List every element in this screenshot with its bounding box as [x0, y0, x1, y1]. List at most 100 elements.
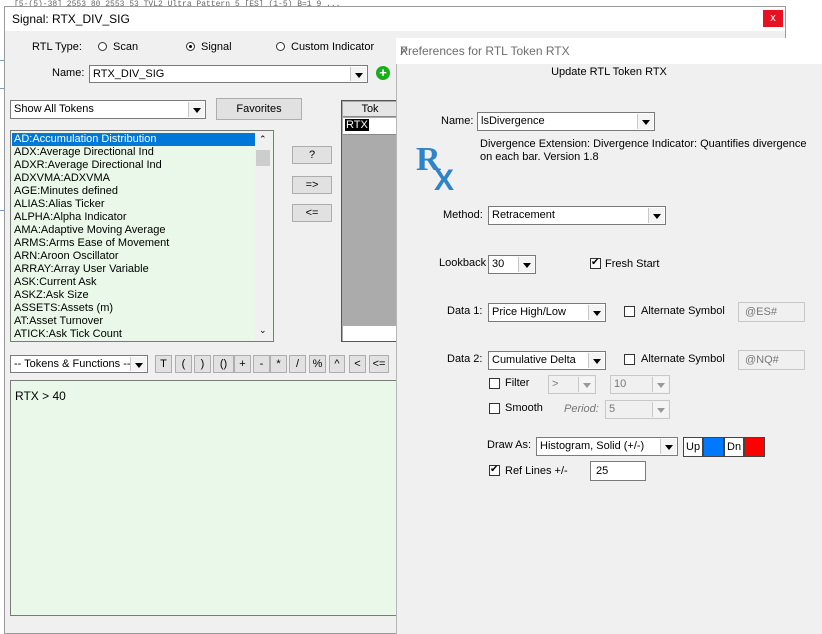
grid-row[interactable]: RTX [343, 118, 397, 135]
chevron-down-icon[interactable] [652, 402, 668, 417]
operator-button[interactable]: ^ [329, 355, 345, 373]
list-item[interactable]: ADXVMA:ADXVMA [14, 172, 110, 185]
list-item[interactable]: AD:Accumulation Distribution [12, 133, 256, 146]
lookback-label: Lookback [439, 257, 487, 269]
add-icon[interactable]: + [376, 66, 390, 80]
operator-button[interactable]: + [234, 355, 251, 373]
chevron-up-icon[interactable]: ⌃ [259, 134, 267, 145]
fresh-start-label: Fresh Start [605, 258, 660, 270]
filter-operator-combo[interactable]: > [548, 375, 596, 394]
chevron-down-icon[interactable]: ⌄ [259, 325, 267, 336]
list-item[interactable]: ARMS:Arms Ease of Movement [14, 237, 169, 250]
filter-label: Filter [505, 377, 530, 389]
list-item[interactable]: AT:Asset Turnover [14, 315, 103, 328]
list-item[interactable]: ATICK:Ask Tick Count [14, 328, 122, 341]
signal-name-combo[interactable]: RTX_DIV_SIG [89, 65, 368, 83]
radio-scan[interactable] [98, 42, 107, 51]
rtx-logo-image: R X [416, 141, 454, 197]
filter-checkbox[interactable] [489, 378, 500, 389]
radio-signal[interactable] [186, 42, 195, 51]
list-item[interactable]: ADXR:Average Directional Ind [14, 159, 162, 172]
chevron-down-icon[interactable] [637, 114, 653, 129]
signal-window-title: Signal: RTX_DIV_SIG [12, 12, 130, 26]
token-description: Divergence Extension: Divergence Indicat… [480, 138, 807, 163]
ref-lines-value: 25 [596, 465, 609, 477]
operator-button[interactable]: <= [369, 355, 389, 373]
smooth-checkbox[interactable] [489, 403, 500, 414]
chevron-down-icon[interactable] [350, 67, 366, 81]
list-item[interactable]: ALPHA:Alpha Indicator [14, 211, 127, 224]
list-item[interactable]: ASK:Current Ask [14, 276, 97, 289]
preferences-heading: Update RTL Token RTX [551, 66, 667, 78]
remove-token-button[interactable]: <= [292, 204, 332, 222]
add-token-button[interactable]: => [292, 176, 332, 194]
operator-button[interactable]: () [213, 355, 234, 373]
chevron-down-icon[interactable] [588, 353, 604, 368]
token-grid[interactable]: Tok RTX [341, 100, 397, 342]
data1-alternate-symbol-checkbox[interactable] [624, 306, 635, 317]
list-item[interactable]: ADX:Average Directional Ind [14, 146, 154, 159]
preferences-titlebar[interactable]: Preferences for RTL Token RTX X [396, 38, 822, 64]
data1-value: Price High/Low [492, 306, 566, 318]
list-item[interactable]: AGE:Minutes defined [14, 185, 118, 198]
up-color-swatch[interactable] [703, 437, 724, 457]
data2-combo[interactable]: Cumulative Delta [488, 351, 606, 370]
radio-custom-indicator[interactable] [276, 42, 285, 51]
operator-button[interactable]: - [253, 355, 270, 373]
ref-lines-input[interactable]: 25 [590, 461, 646, 481]
operator-button[interactable]: * [270, 355, 287, 373]
svg-text:X: X [434, 164, 454, 192]
radio-scan-label: Scan [113, 41, 139, 53]
operator-button[interactable]: T [155, 355, 172, 373]
up-color-label-box: Up [683, 437, 703, 457]
close-icon[interactable]: X [400, 44, 820, 58]
list-item[interactable]: ARRAY:Array User Variable [14, 263, 149, 276]
operator-button[interactable]: < [349, 355, 366, 373]
close-button[interactable]: x [763, 10, 783, 27]
data1-symbol-input[interactable]: @ES# [738, 302, 805, 322]
operator-button[interactable]: ) [194, 355, 211, 373]
data1-alternate-symbol-label: Alternate Symbol [641, 305, 725, 317]
token-list[interactable]: AD:Accumulation Distribution ADX:Average… [10, 130, 274, 342]
list-item[interactable]: ASSETS:Assets (m) [14, 302, 113, 315]
chevron-down-icon[interactable] [578, 377, 594, 392]
method-combo[interactable]: Retracement [488, 206, 666, 225]
operator-button[interactable]: ( [175, 355, 192, 373]
data2-symbol-input[interactable]: @NQ# [738, 350, 805, 370]
chevron-down-icon[interactable] [588, 305, 604, 320]
fresh-start-checkbox[interactable] [590, 256, 601, 270]
dn-color-swatch[interactable] [744, 437, 765, 457]
token-filter-combo[interactable]: Show All Tokens [10, 100, 206, 119]
list-item[interactable]: ARN:Aroon Oscillator [14, 250, 119, 263]
filter-operator-value: > [552, 378, 559, 390]
data2-alternate-symbol-checkbox[interactable] [624, 354, 635, 365]
period-combo[interactable]: 5 [605, 400, 670, 419]
token-name-combo[interactable]: lsDivergence [477, 112, 655, 131]
draw-as-combo[interactable]: Histogram, Solid (+/-) [536, 437, 678, 456]
help-button[interactable]: ? [292, 146, 332, 164]
ref-lines-label: Ref Lines +/- [505, 465, 568, 477]
signal-name-value: RTX_DIV_SIG [93, 68, 165, 80]
tokens-functions-combo[interactable]: -- Tokens & Functions -- [10, 355, 148, 373]
chevron-down-icon[interactable] [660, 439, 676, 454]
favorites-button[interactable]: Favorites [216, 98, 302, 120]
list-item[interactable]: AMA:Adaptive Moving Average [14, 224, 165, 237]
method-label: Method: [443, 209, 483, 221]
grid-cell[interactable]: RTX [345, 119, 369, 131]
ref-lines-checkbox[interactable] [489, 463, 500, 477]
list-item[interactable]: ASKZ:Ask Size [14, 289, 89, 302]
signal-window-titlebar[interactable]: Signal: RTX_DIV_SIG [5, 7, 785, 31]
filter-value-combo[interactable]: 10 [610, 375, 670, 394]
chevron-down-icon[interactable] [188, 102, 204, 117]
chevron-down-icon[interactable] [652, 377, 668, 392]
data1-combo[interactable]: Price High/Low [488, 303, 606, 322]
operator-button[interactable]: / [289, 355, 306, 373]
operator-button[interactable]: % [309, 355, 326, 373]
lookback-value: 30 [492, 258, 505, 270]
chevron-down-icon[interactable] [518, 257, 534, 272]
lookback-combo[interactable]: 30 [488, 255, 536, 274]
chevron-down-icon[interactable] [130, 357, 146, 371]
scrollbar-thumb[interactable] [256, 150, 270, 166]
chevron-down-icon[interactable] [648, 208, 664, 223]
list-item[interactable]: ALIAS:Alias Ticker [14, 198, 104, 211]
